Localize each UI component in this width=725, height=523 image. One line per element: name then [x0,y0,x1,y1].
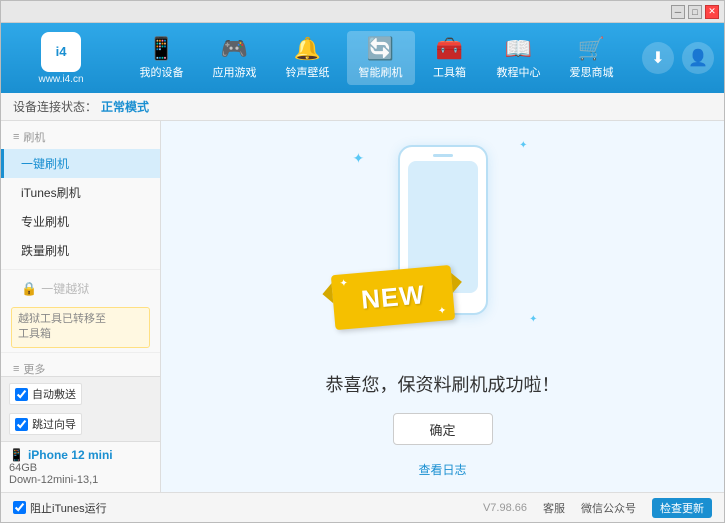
sidebar-jailbreak-notice: 越狱工具已转移至工具箱 [11,307,150,348]
sidebar-scroll: ≡ 刷机 一键刷机 iTunes刷机 专业刷机 跌量刷机 [1,121,160,376]
sidebar-item-lite-flash[interactable]: 跌量刷机 [1,236,160,265]
itunes-running-checkbox[interactable] [13,501,26,514]
logo-subtext: www.i4.cn [38,74,83,85]
download-button[interactable]: ⬇ [642,42,674,74]
nav-items: 📱 我的设备 🎮 应用游戏 🔔 铃声壁纸 🔄 智能刷机 🧰 工具箱 📖 [111,31,642,85]
restore-button[interactable]: □ [688,5,702,19]
logo-area: i4 www.i4.cn [11,32,111,85]
customer-service-link[interactable]: 客服 [543,500,565,516]
nav-right-buttons: ⬇ 👤 [642,42,714,74]
minimize-button[interactable]: ─ [671,5,685,19]
smart-flash-label: 智能刷机 [359,64,403,80]
tutorial-label: 教程中心 [497,64,541,80]
title-bar: ─ □ ✕ [1,1,724,23]
itunes-running-text: 阻止iTunes运行 [30,500,107,516]
toolbox-label: 工具箱 [433,64,466,80]
sparkle-topright: ✦ [519,140,527,151]
device-info-panel: 📱 iPhone 12 mini 64GB Down-12mini-13,1 [1,441,160,492]
success-content: ✦ ✦ ✦ ✦ NEW ✦ [326,135,560,478]
nav-tutorial[interactable]: 📖 教程中心 [485,31,553,85]
sidebar-divider-2 [1,352,160,353]
ringtones-icon: 🔔 [294,36,321,62]
logo-icon: i4 [41,32,81,72]
check-update-button[interactable]: 检查更新 [652,498,712,518]
apps-games-icon: 🎮 [221,36,248,62]
view-log-link[interactable]: 查看日志 [418,461,466,478]
sidebar-item-onekey-flash[interactable]: 一键刷机 [1,149,160,178]
status-value: 正常模式 [101,98,149,115]
tutorial-icon: 📖 [505,36,532,62]
content-area: ✦ ✦ ✦ ✦ NEW ✦ [161,121,724,492]
device-model: Down-12mini-13,1 [9,474,152,486]
sparkle-topleft: ✦ [353,150,365,167]
apps-games-label: 应用游戏 [213,64,257,80]
status-bar: 设备连接状态： 正常模式 [1,93,724,121]
nav-toolbox[interactable]: 🧰 工具箱 [420,31,480,85]
mall-icon: 🛒 [578,36,605,62]
mall-label: 爱思商城 [570,64,614,80]
new-badge-text: NEW [359,279,425,315]
more-section-label: 更多 [23,361,45,376]
flash-section-label: 刷机 [23,129,45,145]
wechat-official-link[interactable]: 微信公众号 [581,500,636,516]
middle-section: ≡ 刷机 一键刷机 iTunes刷机 专业刷机 跌量刷机 [1,121,724,492]
nav-apps-games[interactable]: 🎮 应用游戏 [201,31,269,85]
sidebar-divider-1 [1,269,160,270]
sidebar-section-flash: ≡ 刷机 [1,125,160,149]
sidebar-item-pro-flash[interactable]: 专业刷机 [1,207,160,236]
logo-symbol: i4 [56,44,67,59]
device-phone-icon: 📱 [9,448,24,462]
sidebar-section-more: ≡ 更多 [1,357,160,376]
new-ribbon: ✦ NEW ✦ [330,265,454,330]
auto-push-input[interactable] [15,388,28,401]
bottom-right: V7.98.66 客服 微信公众号 检查更新 [483,498,712,518]
sidebar: ≡ 刷机 一键刷机 iTunes刷机 专业刷机 跌量刷机 [1,121,161,492]
sidebar-item-itunes-flash[interactable]: iTunes刷机 [1,178,160,207]
device-capacity: 64GB [9,462,152,474]
more-section-icon: ≡ [13,363,19,375]
version-text: V7.98.66 [483,502,527,514]
flash-section-icon: ≡ [13,131,19,143]
nav-ringtones[interactable]: 🔔 铃声壁纸 [274,31,342,85]
nav-my-device[interactable]: 📱 我的设备 [128,31,196,85]
smart-flash-icon: 🔄 [367,36,394,62]
toolbox-icon: 🧰 [436,36,463,62]
user-button[interactable]: 👤 [682,42,714,74]
ringtones-label: 铃声壁纸 [286,64,330,80]
sparkle-bottomright: ✦ [529,314,537,325]
skip-wizard-input[interactable] [15,418,28,431]
phone-speaker [433,154,453,157]
nav-smart-flash[interactable]: 🔄 智能刷机 [347,31,415,85]
my-device-label: 我的设备 [140,64,184,80]
phone-illustration: ✦ ✦ ✦ ✦ NEW ✦ [343,135,543,355]
bottom-left: 阻止iTunes运行 [13,500,173,516]
lock-icon: 🔒 [21,281,37,297]
bottom-bar: 阻止iTunes运行 V7.98.66 客服 微信公众号 检查更新 [1,492,724,522]
new-stars-left: ✦ [339,278,348,290]
window-controls: ─ □ ✕ [671,5,719,19]
sidebar-bottom: 自动敷送 跳过向导 [1,376,160,441]
app-window: ─ □ ✕ i4 www.i4.cn 📱 我的设备 🎮 应用游戏 🔔 铃声壁纸 [0,0,725,523]
top-navigation: i4 www.i4.cn 📱 我的设备 🎮 应用游戏 🔔 铃声壁纸 🔄 智能刷机 [1,23,724,93]
my-device-icon: 📱 [148,36,175,62]
nav-mall[interactable]: 🛒 爱思商城 [558,31,626,85]
device-name-row: 📱 iPhone 12 mini [9,448,152,462]
skip-wizard-checkbox[interactable]: 跳过向导 [9,413,82,435]
auto-push-checkbox[interactable]: 自动敷送 [9,383,82,405]
close-button[interactable]: ✕ [705,5,719,19]
status-label: 设备连接状态： [13,98,97,115]
device-name: iPhone 12 mini [28,448,113,462]
itunes-running-label[interactable]: 阻止iTunes运行 [13,500,107,516]
confirm-button[interactable]: 确定 [393,413,493,445]
new-stars-right: ✦ [437,305,446,317]
success-title: 恭喜您，保资料刷机成功啦！ [326,371,560,397]
sidebar-section-jailbreak: 🔒 一键越狱 [1,274,160,303]
